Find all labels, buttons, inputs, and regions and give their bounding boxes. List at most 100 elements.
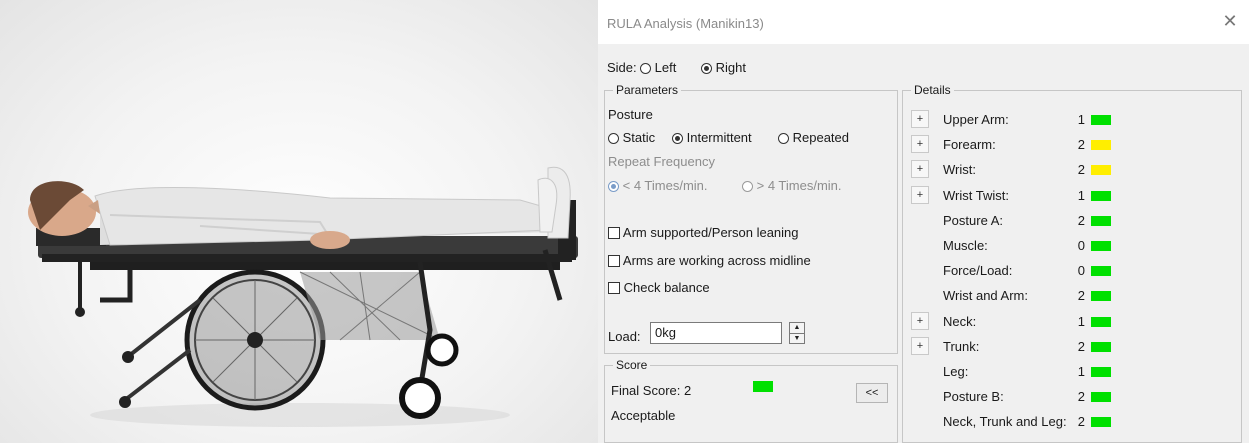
details-value: 2 (1077, 213, 1085, 228)
repeat-option-more: > 4 Times/min. (756, 178, 842, 193)
details-value: 2 (1077, 288, 1085, 303)
expand-button[interactable]: + (911, 110, 929, 128)
details-row: Force/Load: 0 (903, 261, 1233, 281)
side-radio-left[interactable]: Left (640, 60, 676, 75)
side-option-left: Left (654, 60, 677, 75)
expand-button[interactable]: + (911, 160, 929, 178)
score-indicator (1091, 417, 1111, 427)
checkbox-arm-supported[interactable]: Arm supported/Person leaning (608, 225, 799, 240)
score-indicator (1091, 140, 1111, 150)
expand-button[interactable]: + (911, 186, 929, 204)
details-value: 2 (1077, 162, 1085, 177)
details-row: Muscle: 0 (903, 236, 1233, 256)
score-indicator (1091, 342, 1111, 352)
posture-option-intermittent: Intermittent (686, 130, 752, 145)
details-value: 0 (1077, 238, 1085, 253)
details-label: Forearm: (943, 137, 996, 152)
details-value: 1 (1077, 364, 1085, 379)
side-radio-right[interactable]: Right (701, 60, 746, 75)
details-row: + Wrist: 2 (903, 160, 1233, 180)
manikin-hand (310, 231, 350, 249)
score-indicator (1091, 367, 1111, 377)
details-label: Neck, Trunk and Leg: (943, 414, 1067, 429)
collapse-button[interactable]: << (856, 383, 888, 403)
details-label: Force/Load: (943, 263, 1013, 278)
side-label: Side: (607, 60, 637, 75)
details-legend: Details (911, 83, 954, 97)
manikin-scene (28, 166, 578, 427)
front-caster (399, 377, 441, 419)
radio-selected-icon[interactable] (701, 63, 712, 74)
checkbox-across-midline[interactable]: Arms are working across midline (608, 253, 811, 268)
3d-viewport[interactable] (0, 0, 598, 443)
posture-radio-intermittent[interactable]: Intermittent (672, 130, 752, 145)
repeat-radio-less: < 4 Times/min. (608, 178, 708, 193)
checkbox-label: Check balance (623, 280, 710, 295)
radio-selected-icon (608, 181, 619, 192)
repeat-option-less: < 4 Times/min. (622, 178, 708, 193)
score-indicator (1091, 216, 1111, 226)
details-label: Muscle: (943, 238, 988, 253)
details-row: Posture B: 2 (903, 387, 1233, 407)
details-row: + Wrist Twist: 1 (903, 186, 1233, 206)
checkbox-check-balance[interactable]: Check balance (608, 280, 710, 295)
radio-selected-icon[interactable] (672, 133, 683, 144)
final-score-label: Final Score: 2 (611, 383, 692, 398)
score-indicator (1091, 191, 1111, 201)
details-row: Wrist and Arm: 2 (903, 286, 1233, 306)
score-indicator (1091, 291, 1111, 301)
score-indicator (1091, 241, 1111, 251)
repeat-radio-more: > 4 Times/min. (742, 178, 842, 193)
title-bar: RULA Analysis (Manikin13) ✕ (598, 0, 1249, 44)
dialog-title: RULA Analysis (Manikin13) (607, 16, 764, 31)
expand-button[interactable]: + (911, 312, 929, 330)
score-indicator (1091, 317, 1111, 327)
radio-icon[interactable] (640, 63, 651, 74)
details-value: 2 (1077, 339, 1085, 354)
details-label: Posture A: (943, 213, 1003, 228)
checkbox-icon[interactable] (608, 227, 620, 239)
load-input[interactable]: 0kg (650, 322, 782, 344)
details-label: Upper Arm: (943, 112, 1009, 127)
details-row: + Neck: 1 (903, 312, 1233, 332)
score-legend: Score (613, 358, 651, 372)
details-label: Leg: (943, 364, 969, 379)
posture-option-static: Static (622, 130, 656, 145)
radio-icon (742, 181, 753, 192)
close-icon[interactable]: ✕ (1219, 10, 1241, 32)
load-spinner[interactable]: ▲ ▼ (789, 322, 805, 344)
posture-label: Posture (608, 107, 653, 122)
details-label: Neck: (943, 314, 977, 329)
score-verdict: Acceptable (611, 408, 676, 423)
score-indicator (1091, 165, 1111, 175)
spinner-down-icon[interactable]: ▼ (790, 332, 804, 344)
radio-icon[interactable] (608, 133, 619, 144)
details-value: 2 (1077, 137, 1085, 152)
posture-option-repeated: Repeated (792, 130, 850, 145)
posture-radio-static[interactable]: Static (608, 130, 655, 145)
details-value: 2 (1077, 389, 1085, 404)
details-label: Wrist and Arm: (943, 288, 1029, 303)
score-indicator (1091, 115, 1111, 125)
details-label: Wrist Twist: (943, 188, 1009, 203)
parameters-legend: Parameters (613, 83, 682, 97)
repeat-frequency-label: Repeat Frequency (608, 154, 715, 169)
details-label: Trunk: (943, 339, 980, 354)
radio-icon[interactable] (778, 133, 789, 144)
details-row: + Trunk: 2 (903, 337, 1233, 357)
checkbox-label: Arms are working across midline (622, 253, 811, 268)
details-value: 1 (1077, 314, 1085, 329)
expand-button[interactable]: + (911, 337, 929, 355)
spinner-up-icon[interactable]: ▲ (790, 323, 804, 333)
load-label: Load: (608, 329, 641, 344)
final-score-indicator (753, 381, 773, 392)
expand-button[interactable]: + (911, 135, 929, 153)
score-indicator (1091, 266, 1111, 276)
details-label: Posture B: (943, 389, 1004, 404)
posture-radio-repeated[interactable]: Repeated (778, 130, 849, 145)
checkbox-icon[interactable] (608, 282, 620, 294)
details-label: Wrist: (943, 162, 976, 177)
checkbox-label: Arm supported/Person leaning (622, 225, 799, 240)
score-indicator (1091, 392, 1111, 402)
checkbox-icon[interactable] (608, 255, 620, 267)
